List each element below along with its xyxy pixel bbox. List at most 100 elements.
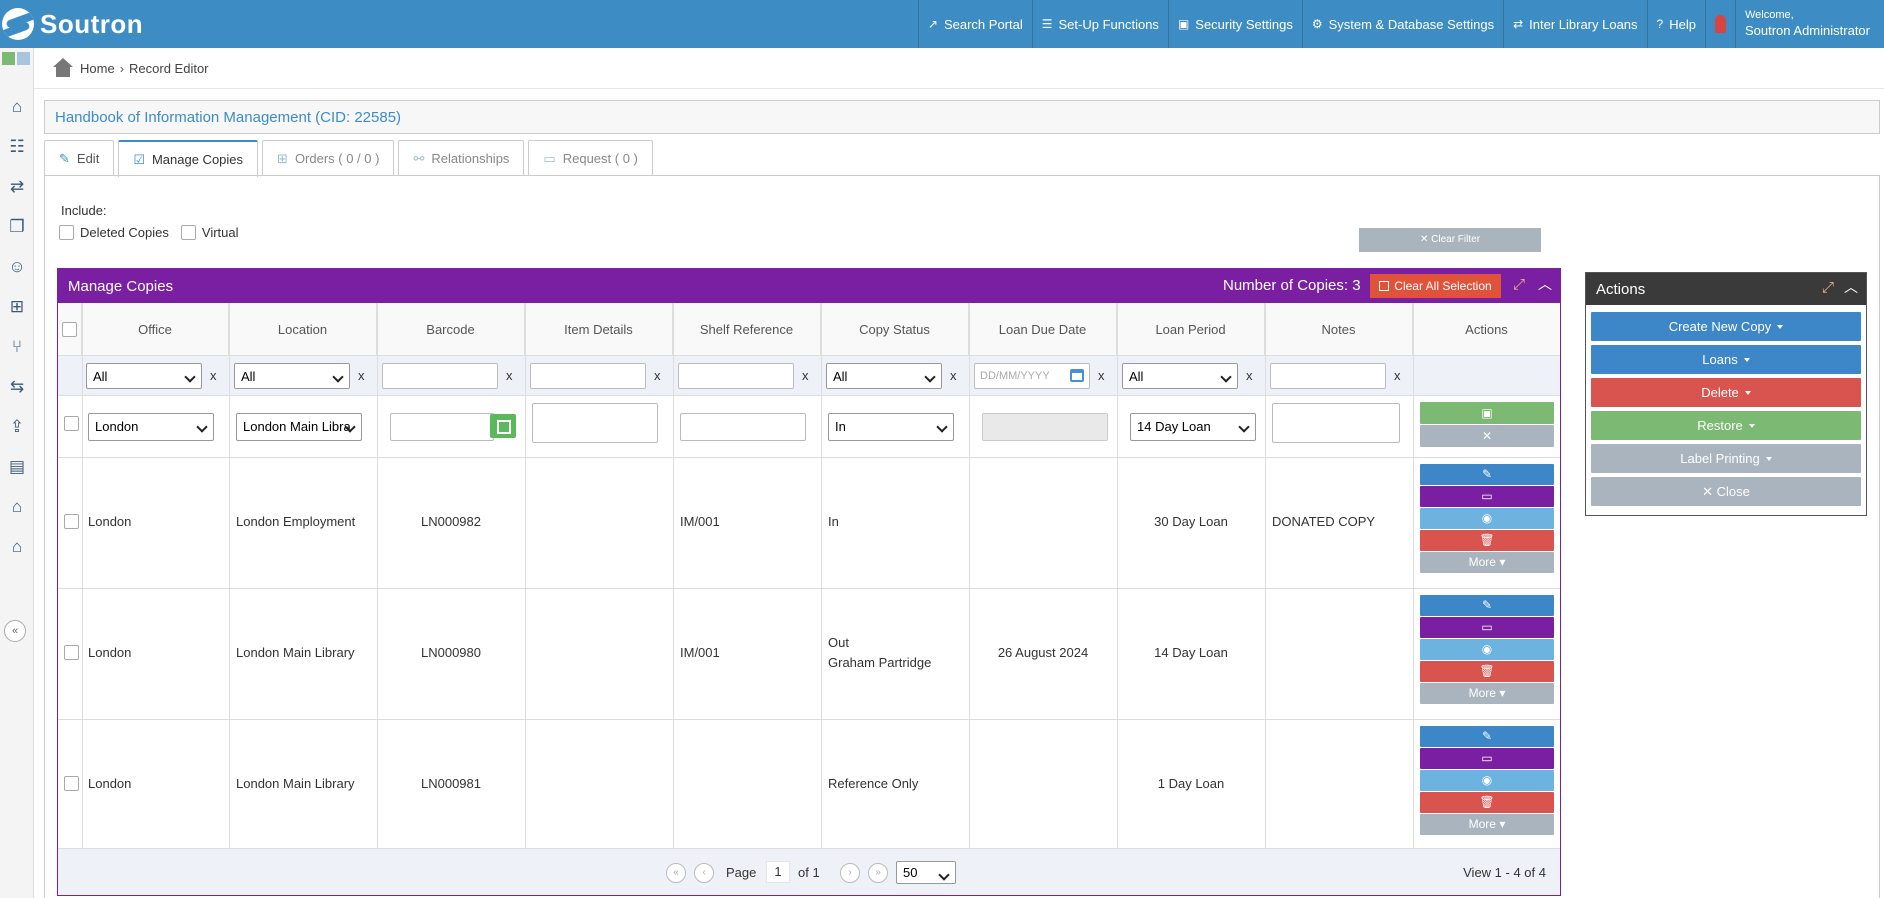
- clear-filter-button[interactable]: ✕ Clear Filter: [1359, 228, 1541, 252]
- item-details-filter-clear[interactable]: x: [654, 368, 661, 383]
- nav-system-database-settings[interactable]: ⚙ System & Database Settings: [1301, 0, 1503, 48]
- column-header-notes[interactable]: Notes: [1265, 303, 1413, 355]
- loan-copy-icon[interactable]: ▭: [1420, 748, 1554, 769]
- office-filter-select[interactable]: All: [86, 363, 202, 389]
- location-filter-select[interactable]: All: [234, 363, 350, 389]
- notifications-button[interactable]: [1704, 0, 1735, 48]
- table-row[interactable]: London London Employment LN000982 IM/001…: [58, 457, 1560, 588]
- deleted-copies-checkbox[interactable]: [59, 225, 74, 240]
- calendar-icon[interactable]: [1070, 369, 1084, 382]
- column-header-loan-due-date[interactable]: Loan Due Date: [969, 303, 1117, 355]
- row-checkbox[interactable]: [64, 645, 79, 660]
- nav-setup-functions[interactable]: ☰ Set-Up Functions: [1031, 0, 1168, 48]
- table-row[interactable]: London London Main Library LN000980 IM/0…: [58, 588, 1560, 719]
- delete-button[interactable]: Delete: [1591, 378, 1861, 407]
- new-notes-textarea[interactable]: [1272, 403, 1400, 443]
- loan-period-filter-clear[interactable]: x: [1246, 368, 1253, 383]
- new-item-details-textarea[interactable]: [532, 403, 658, 443]
- barcode-scan-icon[interactable]: [490, 414, 516, 438]
- loans-button[interactable]: Loans: [1591, 345, 1861, 374]
- office-filter-clear[interactable]: x: [210, 368, 217, 383]
- new-barcode-input[interactable]: [390, 413, 494, 441]
- page-number-input[interactable]: 1: [766, 861, 790, 883]
- notes-filter-clear[interactable]: x: [1394, 368, 1401, 383]
- item-details-filter-input[interactable]: [530, 363, 646, 389]
- clear-all-selection-button[interactable]: Clear All Selection: [1370, 274, 1501, 298]
- save-copy-icon[interactable]: ▣: [1420, 402, 1554, 424]
- column-header-office[interactable]: Office: [82, 303, 229, 355]
- home-icon[interactable]: ⌂: [6, 96, 28, 118]
- upload-icon[interactable]: ⇪: [6, 416, 28, 438]
- loan-period-filter-select[interactable]: All: [1122, 363, 1238, 389]
- new-copy-status-select[interactable]: In: [828, 413, 954, 441]
- more-actions-button[interactable]: More ▾: [1420, 683, 1554, 704]
- delete-copy-icon[interactable]: 🗑: [1420, 530, 1554, 551]
- nav-help[interactable]: ? Help: [1646, 0, 1705, 48]
- barcode-filter-clear[interactable]: x: [506, 368, 513, 383]
- view-copy-icon[interactable]: ◉: [1420, 770, 1554, 791]
- users-icon[interactable]: ☺: [6, 256, 28, 278]
- select-all-checkbox[interactable]: [62, 321, 77, 337]
- new-loan-period-select[interactable]: 14 Day Loan: [1130, 413, 1256, 441]
- column-header-barcode[interactable]: Barcode: [377, 303, 525, 355]
- virtual-checkbox[interactable]: [180, 225, 196, 240]
- last-page-icon[interactable]: »: [868, 863, 888, 883]
- tab-manage-copies[interactable]: ☑ Manage Copies: [118, 140, 259, 177]
- loan-due-date-filter-clear[interactable]: x: [1098, 368, 1105, 383]
- column-header-loan-period[interactable]: Loan Period: [1117, 303, 1265, 355]
- cart-icon[interactable]: ⊞: [6, 296, 28, 318]
- column-header-location[interactable]: Location: [229, 303, 377, 355]
- database-icon[interactable]: ☷: [6, 136, 28, 158]
- tab-request[interactable]: ▭ Request ( 0 ): [528, 140, 653, 176]
- restore-button[interactable]: Restore: [1591, 411, 1861, 440]
- new-office-select[interactable]: London: [88, 413, 214, 441]
- barcode-filter-input[interactable]: [382, 363, 498, 389]
- more-actions-button[interactable]: More ▾: [1420, 552, 1554, 573]
- column-header-item-details[interactable]: Item Details: [525, 303, 673, 355]
- expand-icon[interactable]: ⤢: [1513, 276, 1525, 293]
- nav-search-portal[interactable]: ↗ Search Portal: [917, 0, 1032, 48]
- expand-icon[interactable]: ⤢: [1822, 279, 1834, 296]
- new-shelf-reference-input[interactable]: [680, 413, 806, 441]
- label-printing-button[interactable]: Label Printing: [1591, 444, 1861, 473]
- table-row[interactable]: London London Main Library LN000981 Refe…: [58, 719, 1560, 850]
- previous-page-icon[interactable]: ‹: [694, 863, 714, 883]
- chevron-up-icon[interactable]: ︿: [1844, 277, 1858, 297]
- exchange-icon[interactable]: ⇄: [6, 176, 28, 198]
- delete-copy-icon[interactable]: 🗑: [1420, 792, 1554, 813]
- location-filter-clear[interactable]: x: [358, 368, 365, 383]
- collapse-sidebar-icon[interactable]: «: [4, 620, 26, 642]
- new-row-checkbox[interactable]: [64, 416, 79, 431]
- loan-copy-icon[interactable]: ▭: [1420, 486, 1554, 507]
- chevron-up-icon[interactable]: ︿: [1538, 274, 1552, 294]
- new-location-select[interactable]: London Main Libra: [236, 413, 362, 441]
- column-header-shelf-reference[interactable]: Shelf Reference: [673, 303, 821, 355]
- shelf-reference-filter-input[interactable]: [678, 363, 794, 389]
- copies-icon[interactable]: ❐: [6, 216, 28, 238]
- row-checkbox[interactable]: [64, 776, 79, 791]
- document-icon[interactable]: ▤: [6, 456, 28, 478]
- nav-inter-library-loans[interactable]: ⇄ Inter Library Loans: [1503, 0, 1646, 48]
- page-size-select[interactable]: 50: [896, 861, 956, 884]
- create-new-copy-button[interactable]: Create New Copy: [1591, 312, 1861, 341]
- column-header-copy-status[interactable]: Copy Status: [821, 303, 969, 355]
- shelf-reference-filter-clear[interactable]: x: [802, 368, 809, 383]
- breadcrumb-home[interactable]: Home: [80, 61, 115, 76]
- tab-orders[interactable]: ⊞ Orders ( 0 / 0 ): [262, 140, 395, 176]
- close-button[interactable]: ✕ Close: [1591, 477, 1861, 506]
- tab-relationships[interactable]: ⚯ Relationships: [398, 140, 525, 176]
- row-checkbox[interactable]: [64, 514, 79, 529]
- delete-copy-icon[interactable]: 🗑: [1420, 661, 1554, 682]
- copy-status-filter-clear[interactable]: x: [950, 368, 957, 383]
- cancel-copy-icon[interactable]: ✕: [1420, 425, 1554, 447]
- nav-security-settings[interactable]: ▣ Security Settings: [1167, 0, 1302, 48]
- transfer-icon[interactable]: ⇆: [6, 376, 28, 398]
- user-menu[interactable]: Welcome, Soutron Administrator: [1734, 0, 1884, 48]
- edit-copy-icon[interactable]: ✎: [1420, 464, 1554, 485]
- home-icon[interactable]: ⌂: [6, 496, 28, 518]
- more-actions-button[interactable]: More ▾: [1420, 814, 1554, 835]
- home-icon[interactable]: [52, 58, 74, 78]
- tab-edit[interactable]: ✎ Edit: [44, 140, 115, 176]
- view-copy-icon[interactable]: ◉: [1420, 639, 1554, 660]
- view-copy-icon[interactable]: ◉: [1420, 508, 1554, 529]
